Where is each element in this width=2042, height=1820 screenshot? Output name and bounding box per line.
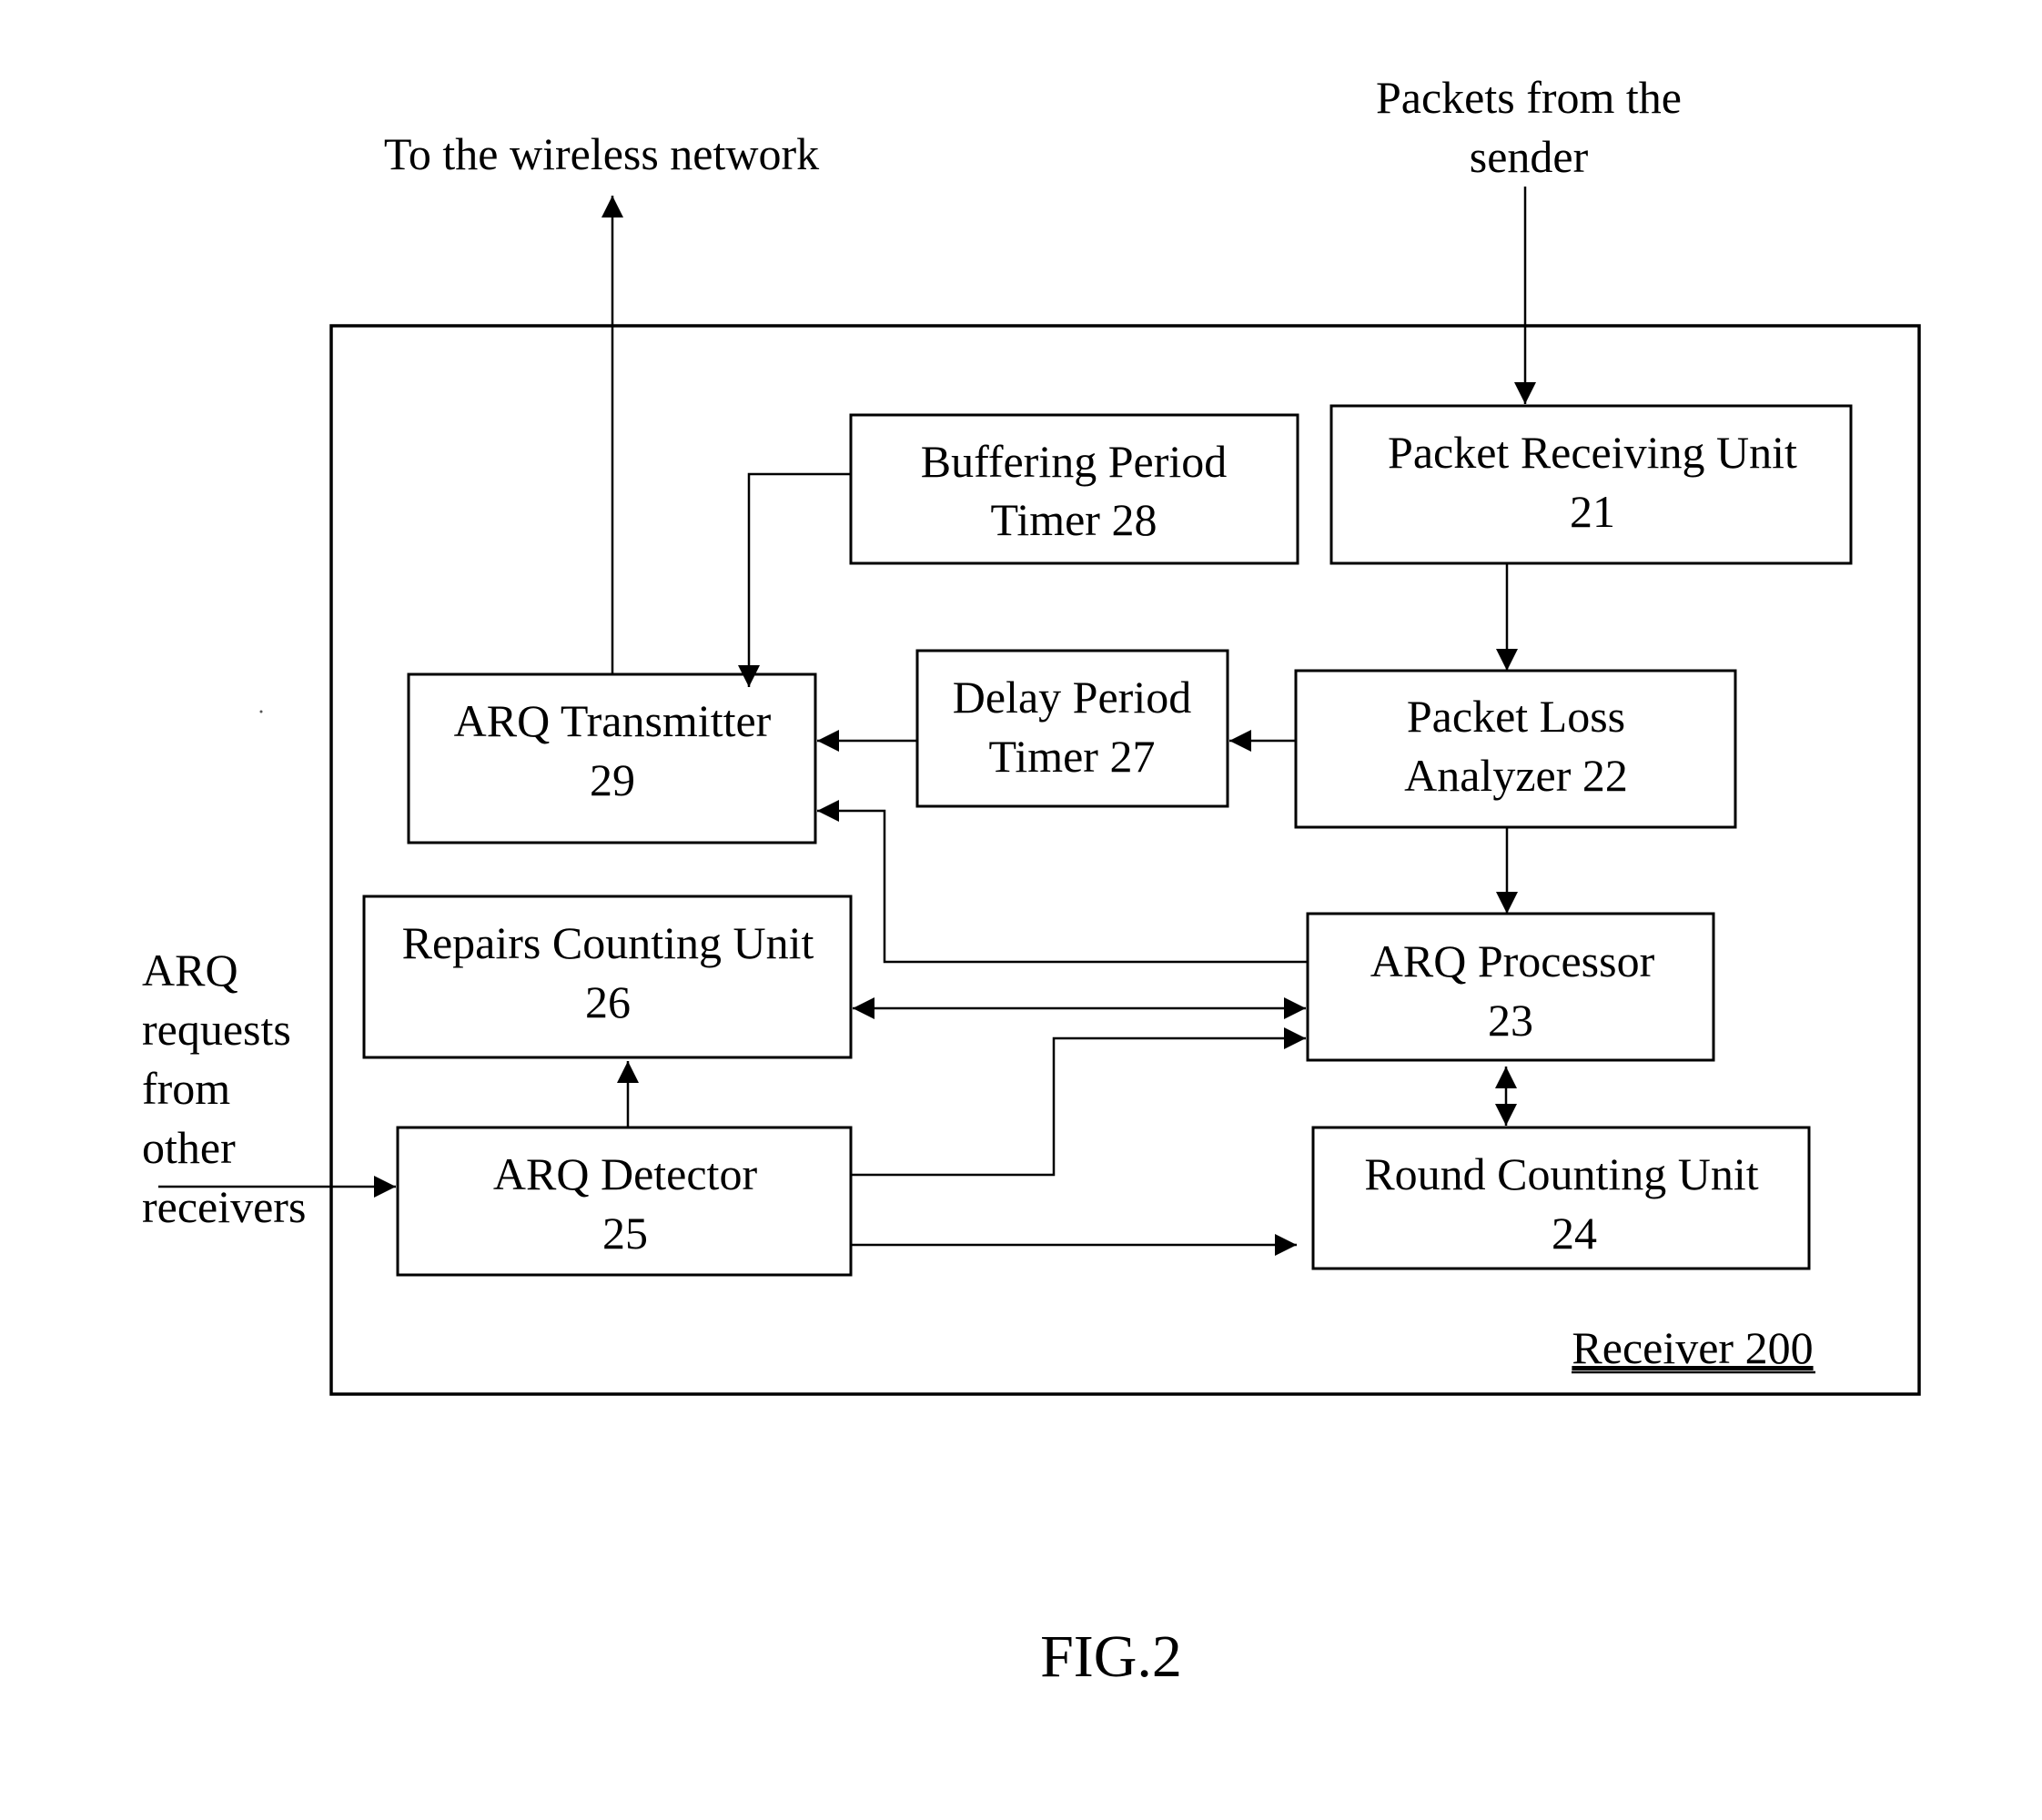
round-counting-unit-line1: Round Counting Unit xyxy=(1364,1148,1758,1199)
packet-receiving-unit-line1: Packet Receiving Unit xyxy=(1388,427,1797,478)
repairs-counting-unit-line1: Repairs Counting Unit xyxy=(402,917,814,968)
arq-transmitter-line1: ARQ Transmitter xyxy=(454,695,772,746)
arq-processor-block: ARQ Processor 23 xyxy=(1306,912,1715,1062)
arrow-detector-to-processor xyxy=(851,1027,1306,1177)
delay-period-timer-line2: Timer 27 xyxy=(989,731,1156,782)
receiver-label: Receiver 200 xyxy=(1572,1322,1813,1373)
packet-receiving-unit-line2: 21 xyxy=(1570,486,1615,537)
packet-receiving-unit-block: Packet Receiving Unit 21 xyxy=(1329,404,1853,565)
arq-processor-line2: 23 xyxy=(1488,995,1533,1046)
arq-detector-block: ARQ Detector 25 xyxy=(396,1126,853,1277)
arq-detector-line1: ARQ Detector xyxy=(493,1148,758,1199)
arrow-buffering-timer-to-transmitter xyxy=(738,472,851,687)
arq-transmitter-block: ARQ Transmitter 29 xyxy=(407,672,817,844)
arq-requests-line5: receivers xyxy=(142,1181,306,1232)
buffering-period-timer-line2: Timer 28 xyxy=(991,494,1157,545)
output-label: To the wireless network xyxy=(384,128,819,179)
receiver-block-diagram: Receiver 200 To the wireless network Pac… xyxy=(142,72,1921,1690)
packet-loss-analyzer-line1: Packet Loss xyxy=(1407,691,1625,742)
arq-requests-line2: requests xyxy=(142,1004,291,1055)
packet-loss-analyzer-block: Packet Loss Analyzer 22 xyxy=(1294,669,1737,829)
delay-period-timer-line1: Delay Period xyxy=(953,672,1191,723)
repairs-counting-unit-block: Repairs Counting Unit 26 xyxy=(362,895,853,1059)
arq-requests-line4: other xyxy=(142,1122,236,1173)
buffering-period-timer-line1: Buffering Period xyxy=(921,436,1228,487)
input-label-line2: sender xyxy=(1470,131,1589,182)
arq-detector-line2: 25 xyxy=(602,1208,648,1259)
round-counting-unit-block: Round Counting Unit 24 xyxy=(1311,1126,1811,1270)
packet-loss-analyzer-line2: Analyzer 22 xyxy=(1404,750,1628,801)
scan-speck xyxy=(259,710,263,713)
round-counting-unit-line2: 24 xyxy=(1552,1208,1597,1259)
input-label-line1: Packets from the xyxy=(1376,72,1682,123)
buffering-period-timer-block: Buffering Period Timer 28 xyxy=(849,413,1299,565)
arq-requests-line1: ARQ xyxy=(142,945,238,996)
arq-transmitter-line2: 29 xyxy=(590,754,635,805)
arq-requests-line3: from xyxy=(142,1063,230,1114)
delay-period-timer-block: Delay Period Timer 27 xyxy=(915,649,1229,808)
figure-caption: FIG.2 xyxy=(1040,1623,1182,1690)
repairs-counting-unit-line2: 26 xyxy=(585,976,631,1027)
arrow-processor-to-transmitter xyxy=(817,800,1308,964)
arq-processor-line1: ARQ Processor xyxy=(1370,935,1655,986)
